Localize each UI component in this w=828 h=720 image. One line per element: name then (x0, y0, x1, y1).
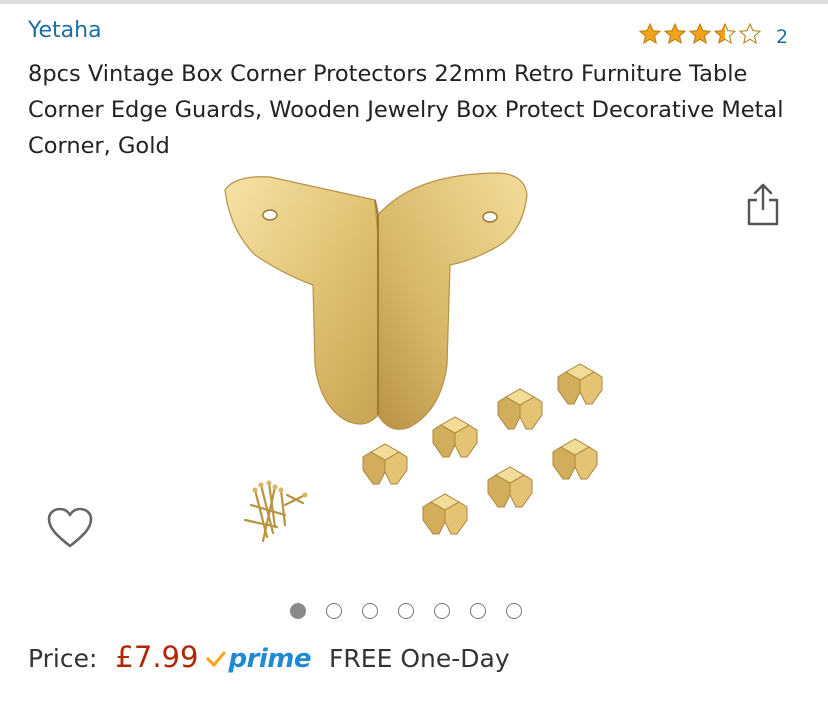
pagination-dot[interactable] (398, 603, 414, 619)
pagination-dot[interactable] (326, 603, 342, 619)
star-icon (688, 22, 712, 45)
image-pagination[interactable] (290, 603, 522, 619)
heart-icon[interactable] (46, 506, 94, 550)
pagination-dot[interactable] (434, 603, 450, 619)
prime-badge: prime (206, 644, 312, 674)
check-icon (206, 651, 227, 667)
top-divider (0, 0, 828, 4)
product-image[interactable] (215, 165, 635, 575)
delivery-text: FREE One-Day (329, 644, 510, 673)
price-row: Price: £7.99 prime FREE One-Day (28, 640, 510, 690)
star-icon (663, 22, 687, 45)
price-value: £7.99 (115, 640, 199, 674)
price-label: Price: (28, 644, 98, 673)
pagination-dot[interactable] (506, 603, 522, 619)
share-icon[interactable] (746, 182, 780, 226)
star-half-icon (713, 22, 737, 45)
star-empty-icon (738, 22, 762, 45)
pagination-dot[interactable] (362, 603, 378, 619)
product-title: 8pcs Vintage Box Corner Protectors 22mm … (28, 61, 784, 159)
star-rating (638, 22, 762, 46)
pagination-dot[interactable] (470, 603, 486, 619)
pagination-dot[interactable] (290, 603, 306, 619)
rating-summary[interactable]: 2 (638, 20, 788, 48)
prime-label: prime (228, 644, 312, 674)
brand-link[interactable]: Yetaha (28, 18, 102, 43)
rating-count[interactable]: 2 (776, 26, 788, 48)
star-icon (638, 22, 662, 45)
